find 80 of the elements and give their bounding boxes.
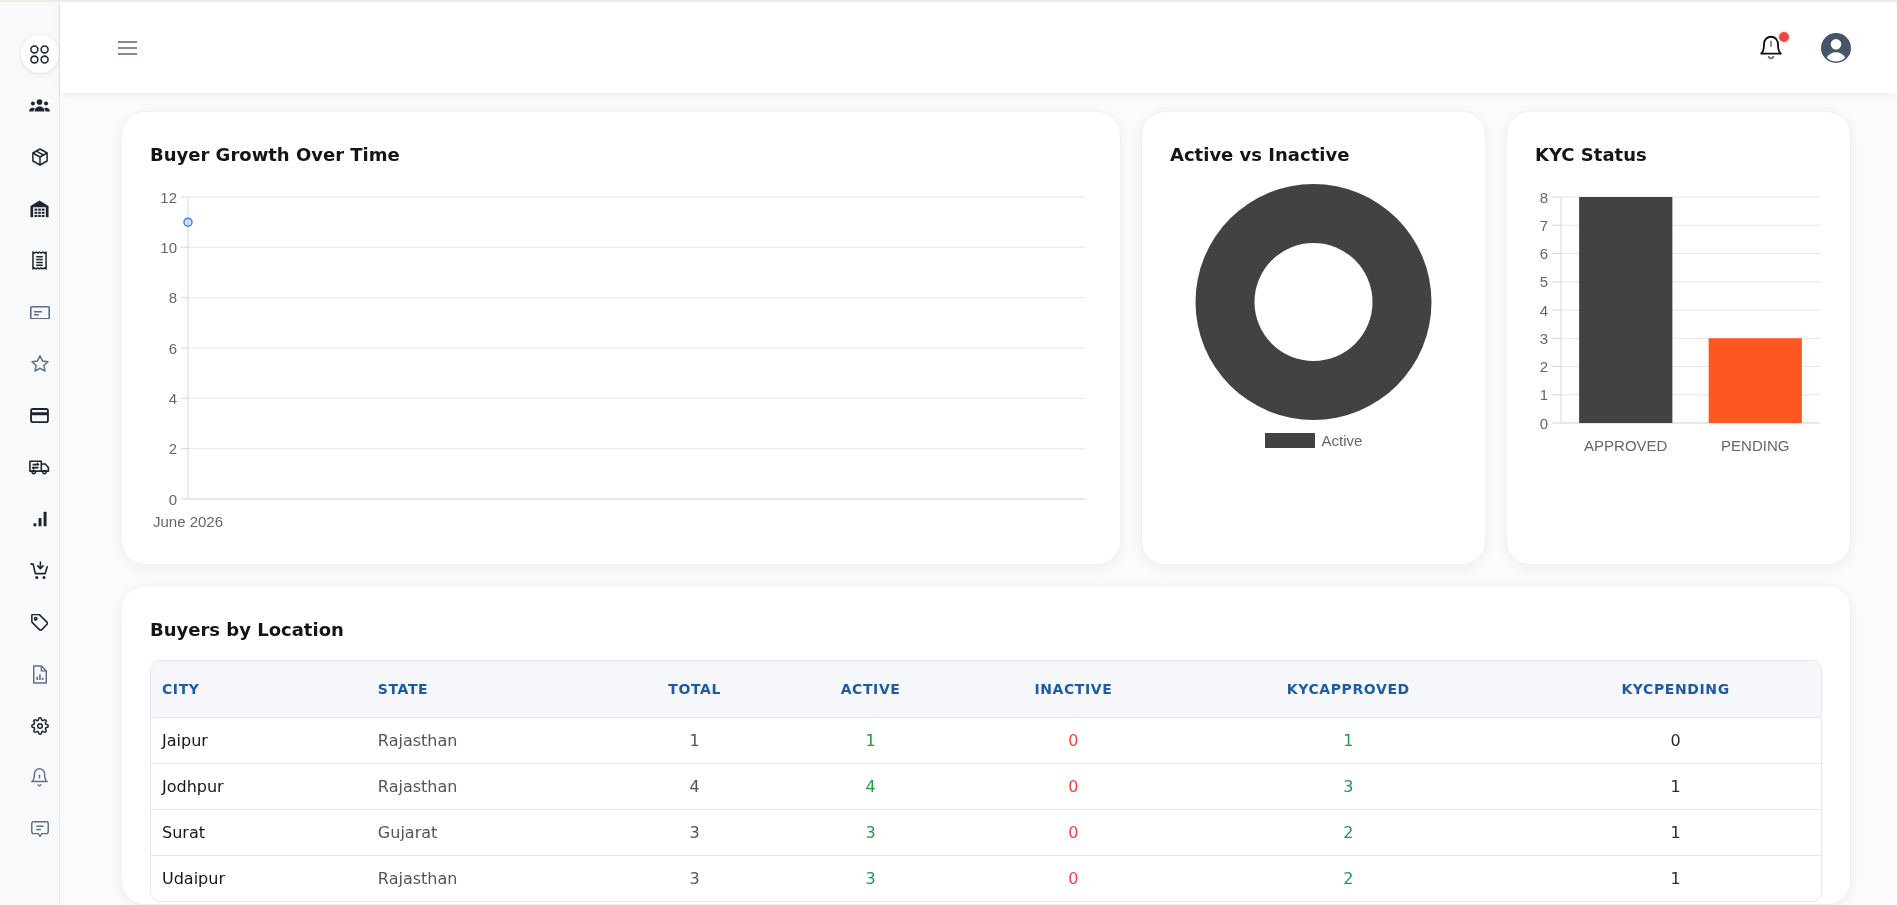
chart-title: Active vs Inactive bbox=[1170, 143, 1351, 167]
cube-icon bbox=[31, 148, 48, 167]
column-header: TOTAL bbox=[667, 680, 722, 699]
legend-label: Active bbox=[1321, 432, 1363, 449]
y-axis-label: 1 bbox=[1539, 386, 1548, 404]
table-cell-text: 1 bbox=[1669, 868, 1682, 890]
table-cell-text: Jaipur bbox=[160, 730, 209, 752]
report-icon bbox=[32, 664, 47, 684]
y-axis-label: 6 bbox=[168, 339, 177, 357]
warehouse-icon bbox=[30, 200, 49, 218]
table-title: Buyers by Location bbox=[150, 618, 345, 642]
table-cell-text: 3 bbox=[688, 822, 701, 844]
users-icon bbox=[29, 99, 50, 112]
y-axis-label: 0 bbox=[1539, 414, 1548, 432]
bar-chart-icon bbox=[32, 511, 47, 528]
y-axis-label: 5 bbox=[1539, 273, 1548, 291]
table-cell-text: 3 bbox=[864, 868, 877, 890]
settings-icon bbox=[30, 716, 49, 735]
cart-icon bbox=[30, 561, 49, 581]
table-cell-text: 0 bbox=[1067, 868, 1080, 890]
table-cell-text: Jodhpur bbox=[160, 776, 225, 798]
table-cell-text: Rajasthan bbox=[376, 730, 459, 752]
y-axis-label: 0 bbox=[168, 490, 177, 508]
chart-title: KYC Status bbox=[1535, 143, 1648, 167]
data-point bbox=[183, 217, 193, 227]
table-cell-text: 3 bbox=[688, 868, 701, 890]
y-axis-label: 2 bbox=[168, 440, 177, 458]
table-cell-text: 1 bbox=[1669, 776, 1682, 798]
menu-icon[interactable] bbox=[118, 40, 137, 55]
table-cell-text: 4 bbox=[688, 776, 701, 798]
y-axis-label: 4 bbox=[168, 389, 177, 407]
column-header: KYCAPPROVED bbox=[1285, 680, 1411, 699]
table-cell-text: 0 bbox=[1067, 730, 1080, 752]
column-header: STATE bbox=[376, 680, 430, 699]
table-cell-text: Rajasthan bbox=[376, 868, 459, 890]
table-cell-text: 1 bbox=[864, 730, 877, 752]
chat-icon bbox=[30, 820, 49, 838]
table-cell-text: 0 bbox=[1067, 776, 1080, 798]
bell-icon[interactable] bbox=[1760, 34, 1782, 61]
nav-button[interactable] bbox=[20, 35, 59, 73]
y-axis-label: 8 bbox=[1539, 188, 1548, 206]
column-header: ACTIVE bbox=[839, 680, 902, 699]
y-axis-label: 10 bbox=[160, 238, 177, 256]
x-axis-label: June 2026 bbox=[152, 512, 224, 530]
table-cell-text: 2 bbox=[1342, 868, 1355, 890]
receipt-icon bbox=[32, 251, 47, 271]
x-axis-label: PENDING bbox=[1721, 436, 1790, 454]
table-cell-text: 0 bbox=[1067, 822, 1080, 844]
table-cell-text: 3 bbox=[1342, 776, 1355, 798]
tag-icon bbox=[31, 614, 48, 632]
x-axis-label: APPROVED bbox=[1584, 436, 1668, 454]
star-icon bbox=[30, 355, 49, 373]
table-cell-text: Surat bbox=[161, 822, 206, 844]
circles-grid-icon bbox=[30, 44, 49, 64]
y-axis-label: 3 bbox=[1539, 329, 1548, 347]
table-cell-text: 4 bbox=[864, 776, 877, 798]
table-cell-text: 1 bbox=[1669, 822, 1682, 844]
table-cell-text: 1 bbox=[1342, 730, 1355, 752]
column-header: KYCPENDING bbox=[1620, 680, 1731, 699]
truck-icon bbox=[29, 460, 50, 475]
table-cell-text: Gujarat bbox=[376, 822, 439, 844]
column-header: CITY bbox=[161, 680, 201, 699]
table-cell-text: 1 bbox=[688, 730, 701, 752]
table-cell-text: Rajasthan bbox=[376, 776, 459, 798]
bell-icon bbox=[31, 768, 48, 788]
table-cell-text: Udaipur bbox=[161, 868, 226, 890]
y-axis-label: 6 bbox=[1539, 245, 1548, 262]
avatar-icon[interactable] bbox=[1821, 32, 1851, 63]
chart-title: Buyer Growth Over Time bbox=[150, 143, 401, 167]
y-axis-label: 2 bbox=[1539, 358, 1548, 375]
table-cell-text: 0 bbox=[1669, 730, 1682, 752]
column-header: INACTIVE bbox=[1033, 680, 1114, 699]
y-axis-label: 7 bbox=[1539, 216, 1548, 234]
y-axis-label: 12 bbox=[160, 188, 177, 206]
credit-card-icon bbox=[30, 408, 49, 424]
table-cell-text: 2 bbox=[1342, 822, 1355, 844]
id-card-icon bbox=[29, 305, 50, 320]
y-axis-label: 8 bbox=[168, 289, 177, 307]
y-axis-label: 4 bbox=[1539, 301, 1548, 319]
table-cell-text: 3 bbox=[864, 822, 877, 844]
